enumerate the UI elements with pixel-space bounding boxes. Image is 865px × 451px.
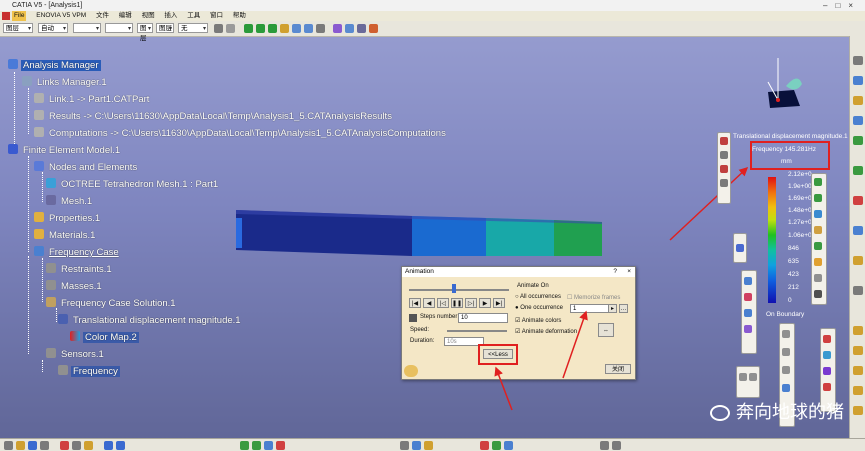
legend-tick: 0 [788, 297, 792, 304]
palette-tool-icon[interactable] [744, 293, 752, 301]
legend-tick: 846 [788, 245, 799, 252]
watermark: 奔向地球的猪 [710, 398, 844, 424]
analysis-tool-icon[interactable] [480, 441, 489, 450]
palette-tool-icon[interactable] [744, 325, 752, 333]
print-icon[interactable] [40, 441, 49, 450]
palette-tool-icon[interactable] [782, 366, 790, 374]
misc-tool-icon[interactable] [600, 441, 609, 450]
compass-plane-icon [786, 78, 802, 90]
view-tool-icon[interactable] [400, 441, 409, 450]
legend-tick: 1.69e+0 [788, 195, 812, 202]
analysis-palette-4 [741, 270, 757, 354]
legend-tick: 1.48e+0 [788, 207, 812, 214]
undo-icon[interactable] [104, 441, 113, 450]
palette-tool-icon[interactable] [814, 178, 822, 186]
palette-tool-icon[interactable] [749, 373, 757, 381]
arrow-to-occurrence [562, 310, 588, 379]
view-tool-icon[interactable] [412, 441, 421, 450]
analysis-palette-3 [733, 233, 747, 263]
right-toolbar [849, 36, 865, 438]
compass-base-icon [768, 90, 800, 108]
rtool-icon[interactable] [853, 286, 863, 295]
bottom-toolbar [0, 438, 865, 451]
save-icon[interactable] [28, 441, 37, 450]
palette-tool-icon[interactable] [782, 348, 790, 356]
legend-boundary-label: On Boundary [766, 311, 805, 318]
compass-widget[interactable] [756, 54, 810, 114]
mesh-tool-icon[interactable] [240, 441, 249, 450]
rtool-icon[interactable] [853, 196, 863, 205]
rtool-icon[interactable] [853, 326, 863, 335]
legend-tick: 2.12e+0 [788, 171, 812, 178]
analysis-palette-7 [736, 366, 760, 398]
wechat-icon [710, 405, 730, 421]
redo-icon[interactable] [116, 441, 125, 450]
palette-tool-icon[interactable] [814, 226, 822, 234]
legend-title: Translational displacement magnitude.1 [733, 133, 848, 140]
palette-tool-icon[interactable] [720, 165, 728, 173]
palette-tool-icon[interactable] [744, 277, 752, 285]
new-file-icon[interactable] [4, 441, 13, 450]
legend-tick: 423 [788, 271, 799, 278]
legend-unit: mm [781, 158, 792, 165]
legend-tick: 1.27e+0 [788, 219, 812, 226]
rtool-icon[interactable] [853, 116, 863, 125]
palette-tool-icon[interactable] [736, 244, 744, 252]
palette-tool-icon[interactable] [782, 384, 790, 392]
palette-tool-icon[interactable] [814, 194, 822, 202]
rtool-icon[interactable] [853, 406, 863, 415]
watermark-text: 奔向地球的猪 [736, 402, 844, 423]
legend-tick: 212 [788, 284, 799, 291]
palette-tool-icon[interactable] [823, 367, 831, 375]
palette-tool-icon[interactable] [720, 179, 728, 187]
legend-tick: 1.9e+00 [788, 183, 812, 190]
paste-icon[interactable] [84, 441, 93, 450]
palette-tool-icon[interactable] [823, 335, 831, 343]
rtool-icon[interactable] [853, 136, 863, 145]
palette-tool-icon[interactable] [739, 373, 747, 381]
palette-tool-icon[interactable] [823, 383, 831, 391]
palette-tool-icon[interactable] [823, 351, 831, 359]
copy-icon[interactable] [72, 441, 81, 450]
mesh-tool-icon[interactable] [252, 441, 261, 450]
misc-tool-icon[interactable] [612, 441, 621, 450]
cut-icon[interactable] [60, 441, 69, 450]
palette-tool-icon[interactable] [782, 330, 790, 338]
palette-tool-icon[interactable] [814, 274, 822, 282]
analysis-palette-2 [811, 173, 827, 305]
palette-tool-icon[interactable] [814, 242, 822, 250]
open-file-icon[interactable] [16, 441, 25, 450]
palette-tool-icon[interactable] [720, 151, 728, 159]
rtool-icon[interactable] [853, 366, 863, 375]
rtool-icon[interactable] [853, 76, 863, 85]
mesh-tool-icon[interactable] [276, 441, 285, 450]
legend-color-bar [768, 177, 776, 303]
analysis-tool-icon[interactable] [504, 441, 513, 450]
analysis-palette-1 [717, 132, 731, 204]
arrow-to-less [494, 366, 513, 411]
palette-tool-icon[interactable] [814, 290, 822, 298]
rtool-icon[interactable] [853, 256, 863, 265]
frequency-value: Frequency 145.281Hz [752, 146, 816, 153]
palette-tool-icon[interactable] [814, 210, 822, 218]
legend-tick: 635 [788, 258, 799, 265]
palette-tool-icon[interactable] [720, 137, 728, 145]
legend-tick: 1.06e+0 [788, 232, 812, 239]
palette-tool-icon[interactable] [814, 258, 822, 266]
rtool-icon[interactable] [853, 56, 863, 65]
analysis-tool-icon[interactable] [492, 441, 501, 450]
mesh-tool-icon[interactable] [264, 441, 273, 450]
rtool-icon[interactable] [853, 166, 863, 175]
rtool-icon[interactable] [853, 386, 863, 395]
rtool-icon[interactable] [853, 346, 863, 355]
rtool-icon[interactable] [853, 96, 863, 105]
rtool-icon[interactable] [853, 226, 863, 235]
palette-tool-icon[interactable] [744, 309, 752, 317]
view-tool-icon[interactable] [424, 441, 433, 450]
arrow-to-frequency [669, 166, 749, 241]
